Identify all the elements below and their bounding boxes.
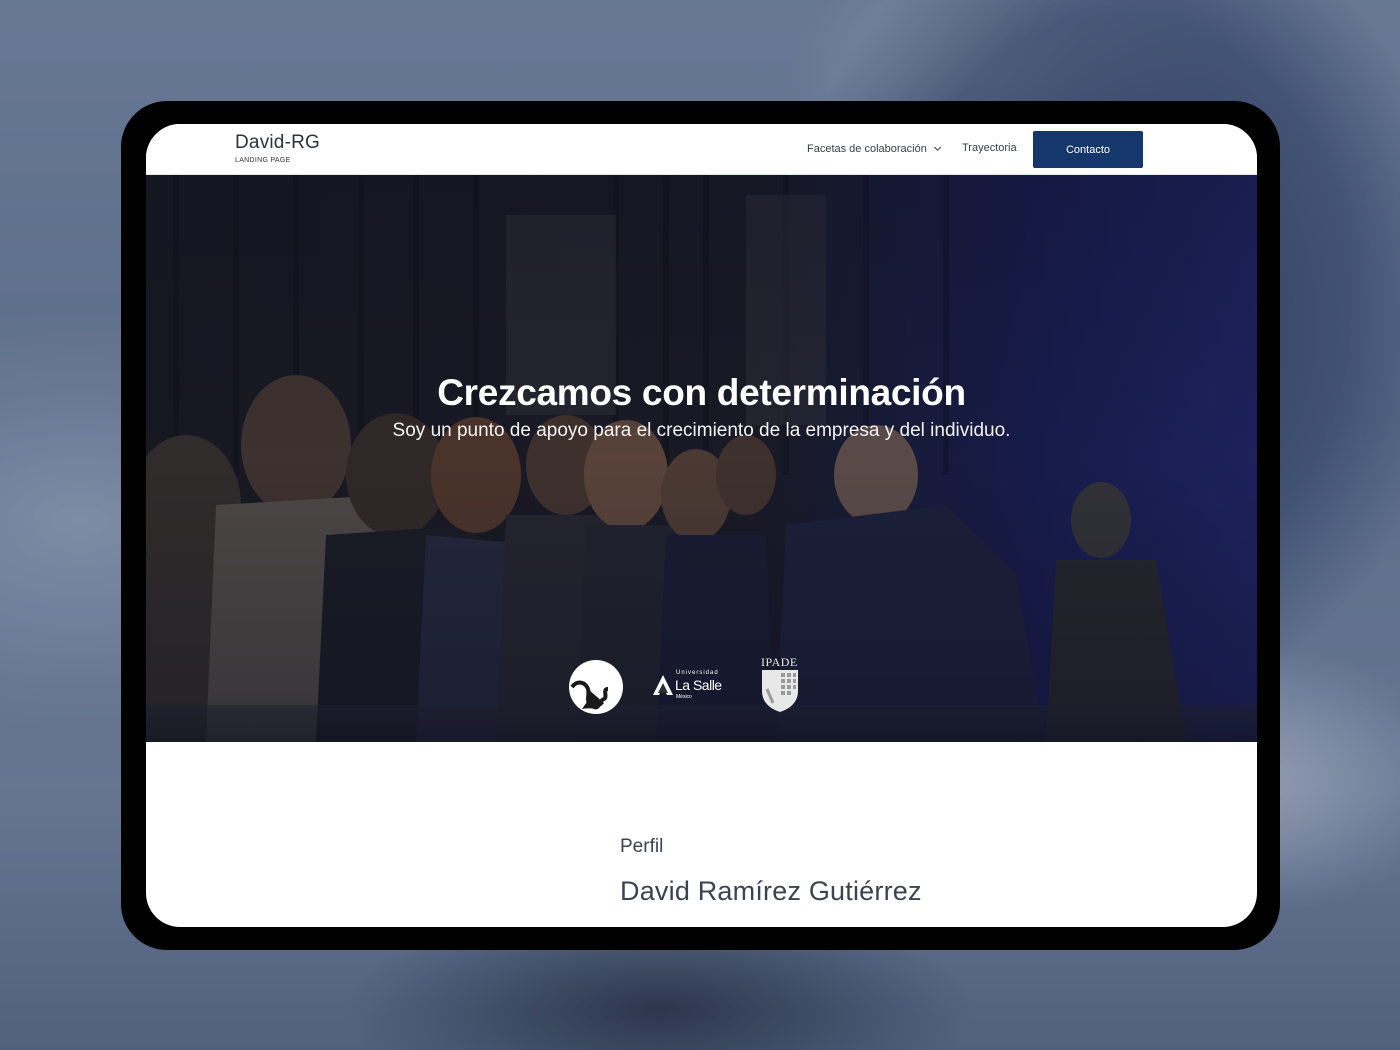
website-screen: David-RG LANDING PAGE Facetas de colabor… — [146, 124, 1257, 927]
hero-subtitle: Soy un punto de apoyo para el crecimient… — [392, 420, 1011, 441]
brand-subtitle: LANDING PAGE — [235, 157, 291, 164]
ipade-logo: IPADE — [761, 655, 801, 715]
chevron-down-icon — [933, 143, 942, 151]
perfil-label: Perfil — [620, 836, 664, 857]
lasalle-logo: Universidad La Salle México — [652, 670, 732, 704]
lasalle-small-label: Universidad — [676, 670, 719, 676]
logo-circle-icon — [569, 660, 623, 714]
institution-logos: Universidad La Salle México IPADE — [566, 655, 806, 715]
nav-facetas-label: Facetas de colaboración — [807, 143, 927, 155]
hero-title: Crezcamos con determinación — [437, 372, 966, 413]
navbar: David-RG LANDING PAGE Facetas de colabor… — [146, 124, 1257, 175]
contacto-button[interactable]: Contacto — [1033, 131, 1143, 168]
lasalle-city-label: México — [676, 694, 692, 700]
ipade-shield-icon — [762, 670, 798, 712]
ipade-label: IPADE — [761, 655, 798, 669]
brand-logo[interactable]: David-RG LANDING PAGE — [235, 132, 321, 165]
perfil-name: David Ramírez Gutiérrez — [620, 876, 922, 906]
lasalle-name-label: La Salle — [675, 677, 722, 693]
hero-section: Crezcamos con determinación Soy un punto… — [146, 175, 1257, 742]
nav-facetas-dropdown[interactable]: Facetas de colaboración — [807, 143, 942, 155]
brand-title: David-RG — [235, 132, 321, 153]
nav-trayectoria-link[interactable]: Trayectoria — [962, 142, 1017, 154]
lasalle-logo-icon — [653, 675, 673, 695]
tablet-frame: David-RG LANDING PAGE Facetas de colabor… — [121, 101, 1280, 950]
